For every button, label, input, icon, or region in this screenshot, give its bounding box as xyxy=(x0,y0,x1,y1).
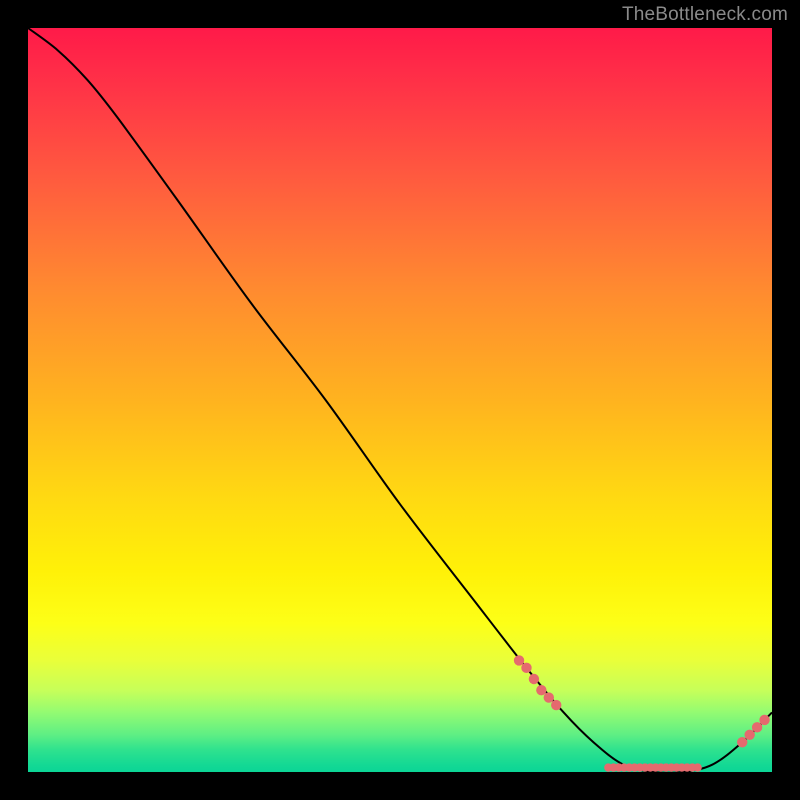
curve-path xyxy=(28,28,772,773)
valley-markers xyxy=(604,763,702,771)
bottleneck-curve xyxy=(28,28,772,773)
flank-dot xyxy=(752,722,762,732)
flank-dot xyxy=(551,700,561,710)
flank-dot xyxy=(744,730,754,740)
flank-dot xyxy=(529,674,539,684)
flank-dot xyxy=(544,692,554,702)
flank-dot xyxy=(737,737,747,747)
watermark-text: TheBottleneck.com xyxy=(622,4,788,26)
valley-dot xyxy=(693,763,701,771)
flank-dot xyxy=(521,663,531,673)
chart-overlay xyxy=(28,28,772,772)
chart-container: TheBottleneck.com xyxy=(0,0,800,800)
flank-dot xyxy=(536,685,546,695)
flank-dot xyxy=(514,655,524,665)
flank-dot xyxy=(759,715,769,725)
